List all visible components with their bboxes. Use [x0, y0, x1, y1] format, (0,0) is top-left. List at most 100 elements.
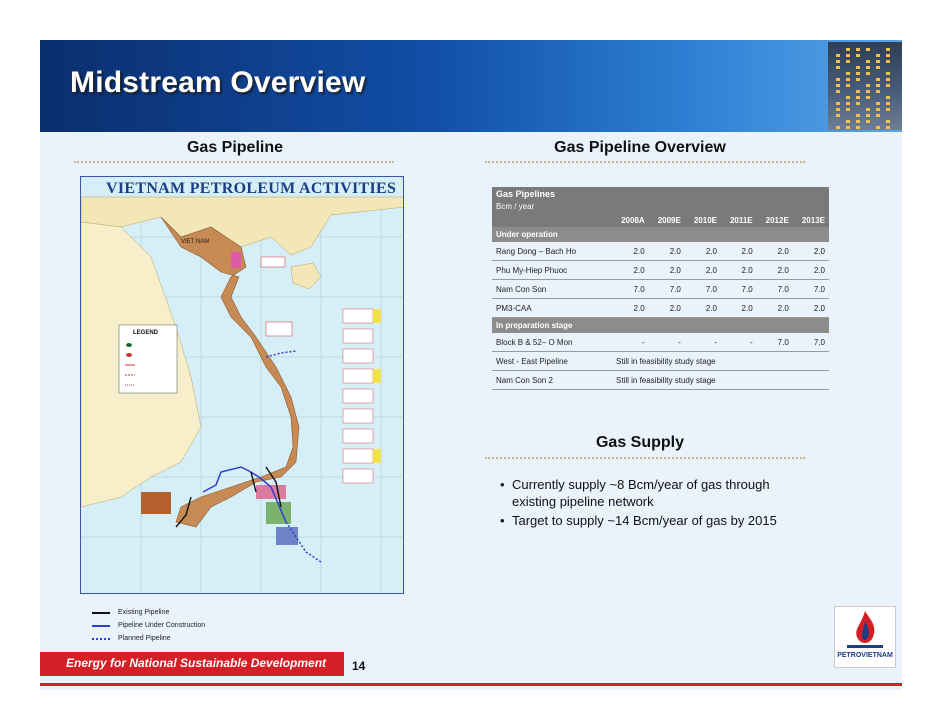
- table-row: Nam Con Son 2 Still in feasibility study…: [492, 370, 829, 390]
- cell: 7.0: [756, 279, 793, 299]
- row-name: Block B & 52– O Mon: [492, 333, 612, 352]
- building-window: [846, 102, 850, 105]
- column-header: 2012E: [756, 213, 793, 227]
- cell: 2.0: [612, 242, 649, 261]
- bullet-dot-icon: •: [500, 513, 505, 528]
- heading-divider-right: [485, 161, 805, 163]
- heading-divider-left: [74, 161, 394, 163]
- row-note: Still in feasibility study stage: [612, 351, 829, 371]
- logo-wordmark: PETROVIETNAM: [837, 652, 893, 659]
- legend-item: Pipeline Under Construction: [92, 619, 205, 632]
- cell: 2.0: [684, 242, 721, 261]
- cell: 2.0: [792, 298, 829, 318]
- cell: 2.0: [684, 260, 721, 280]
- cell: -: [684, 333, 721, 352]
- legend-item: Existing Pipeline: [92, 606, 205, 619]
- cell: 2.0: [756, 298, 793, 318]
- cell: 7.0: [612, 279, 649, 299]
- flame-logo-icon: [847, 611, 883, 648]
- building-window: [856, 96, 860, 99]
- table-row: PM3-CAA 2.0 2.0 2.0 2.0 2.0 2.0: [492, 298, 829, 318]
- building-window: [836, 54, 840, 57]
- cell: 7.0: [792, 279, 829, 299]
- cell: 7.0: [684, 279, 721, 299]
- building-window: [866, 84, 870, 87]
- table-row: Block B & 52– O Mon - - - - 7.0 7.0: [492, 333, 829, 352]
- building-window: [856, 120, 860, 123]
- building-window: [886, 78, 890, 81]
- building-window: [836, 84, 840, 87]
- cell: 7.0: [648, 279, 685, 299]
- heading-divider-supply: [485, 457, 805, 459]
- column-header: 2011E: [720, 213, 757, 227]
- cell: -: [648, 333, 685, 352]
- building-window: [846, 96, 850, 99]
- map-title: VIETNAM PETROLEUM ACTIVITIES: [106, 180, 397, 197]
- building-window: [866, 72, 870, 75]
- building-window: [866, 66, 870, 69]
- building-window: [876, 114, 880, 117]
- under-construction-pipeline-swatch: [92, 624, 110, 627]
- building-window: [856, 102, 860, 105]
- page-number: 14: [352, 659, 366, 673]
- building-window: [856, 48, 860, 51]
- cell: 7.0: [720, 279, 757, 299]
- pipeline-legend: Existing Pipeline Pipeline Under Constru…: [92, 606, 205, 645]
- table-row: Nam Con Son 7.0 7.0 7.0 7.0 7.0 7.0: [492, 279, 829, 299]
- cell: 2.0: [612, 260, 649, 280]
- cell: 2.0: [792, 260, 829, 280]
- building-window: [876, 54, 880, 57]
- map-country-label: VIET NAM: [181, 239, 209, 245]
- building-window: [856, 90, 860, 93]
- cell: 2.0: [756, 242, 793, 261]
- cell: 2.0: [720, 298, 757, 318]
- building-window: [886, 108, 890, 111]
- building-window: [836, 90, 840, 93]
- row-name: PM3-CAA: [492, 298, 612, 318]
- column-header: 2009E: [648, 213, 685, 227]
- vietnam-petroleum-map: LEGEND VIET NAM: [80, 176, 404, 594]
- existing-pipeline-swatch: [92, 611, 110, 614]
- table-title: Gas Pipelines: [492, 187, 829, 200]
- gas-pipeline-overview-heading: Gas Pipeline Overview: [554, 139, 726, 156]
- building-window: [846, 120, 850, 123]
- building-window: [836, 60, 840, 63]
- building-window: [876, 60, 880, 63]
- row-name: West - East Pipeline: [492, 351, 612, 371]
- building-window: [876, 78, 880, 81]
- row-name: Nam Con Son 2: [492, 370, 612, 390]
- building-window: [876, 108, 880, 111]
- building-window: [856, 72, 860, 75]
- column-header: 2008A: [612, 213, 649, 227]
- gas-pipelines-table: Gas Pipelines Bcm / year 2008A 2009E 201…: [492, 187, 829, 390]
- footer-tagline: Energy for National Sustainable Developm…: [66, 656, 327, 670]
- group-header-in-preparation: In preparation stage: [492, 317, 829, 333]
- legend-label: Pipeline Under Construction: [118, 622, 206, 629]
- gas-supply-bullets: • Currently supply ~8 Bcm/year of gas thr…: [500, 476, 790, 531]
- building-window: [866, 90, 870, 93]
- building-window: [886, 72, 890, 75]
- building-window: [846, 84, 850, 87]
- cell: 2.0: [648, 260, 685, 280]
- building-window: [846, 60, 850, 63]
- cell: 2.0: [792, 242, 829, 261]
- cell: 2.0: [720, 260, 757, 280]
- cell: 2.0: [720, 242, 757, 261]
- cell: 2.0: [648, 242, 685, 261]
- map-graphic: LEGEND VIET NAM: [81, 196, 403, 593]
- legend-label: Planned Pipeline: [118, 635, 171, 642]
- building-window: [876, 126, 880, 129]
- building-window: [856, 114, 860, 117]
- bullet-text: Currently supply ~8 Bcm/year of gas thro…: [512, 477, 770, 509]
- cell: 7.0: [792, 333, 829, 352]
- building-window: [856, 126, 860, 129]
- building-window: [836, 102, 840, 105]
- building-window: [886, 60, 890, 63]
- building-window: [886, 102, 890, 105]
- cell: -: [612, 333, 649, 352]
- planned-pipeline-swatch: [92, 637, 110, 640]
- building-window: [876, 102, 880, 105]
- building-window: [886, 126, 890, 129]
- gas-supply-heading: Gas Supply: [595, 434, 685, 451]
- building-window: [836, 114, 840, 117]
